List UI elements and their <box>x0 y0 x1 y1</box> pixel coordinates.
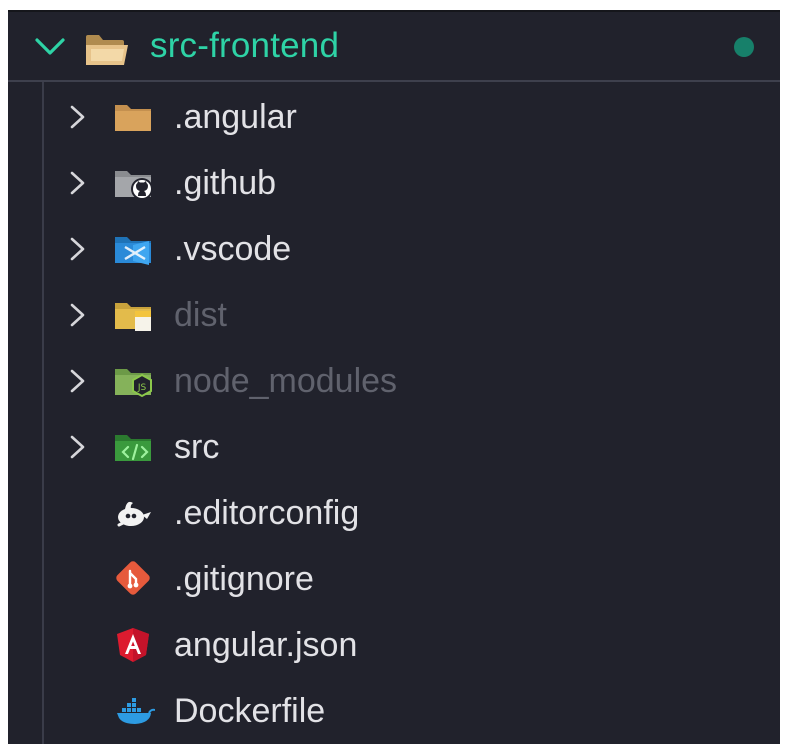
git-status-dot <box>734 37 754 57</box>
folder-row-dist[interactable]: dist <box>8 281 780 347</box>
folder-row-src-frontend[interactable]: src-frontend <box>8 10 780 82</box>
file-row-gitignore[interactable]: .gitignore <box>8 545 780 611</box>
chevron-right-icon[interactable] <box>68 170 88 201</box>
item-label: node_modules <box>174 362 398 400</box>
item-label: .vscode <box>174 230 292 268</box>
chevron-right-icon[interactable] <box>68 104 88 135</box>
file-row-dockerfile[interactable]: Dockerfile <box>8 677 780 743</box>
folder-row-src[interactable]: src <box>8 413 780 479</box>
item-label: .github <box>174 164 277 202</box>
item-label: dist <box>174 296 227 334</box>
item-label: angular.json <box>174 626 358 664</box>
item-label: Dockerfile <box>174 692 326 730</box>
src-folder-icon <box>111 429 155 465</box>
chevron-down-icon[interactable] <box>34 37 66 62</box>
angular-icon <box>111 627 155 663</box>
item-label: .editorconfig <box>174 494 360 532</box>
docker-icon <box>111 693 156 729</box>
chevron-right-icon[interactable] <box>68 368 88 399</box>
folder-row-node-modules[interactable]: JS node_modules <box>8 347 780 413</box>
item-label: src <box>174 428 220 466</box>
vscode-folder-icon <box>111 231 155 267</box>
node-modules-folder-icon: JS <box>111 363 155 399</box>
root-folder-label: src-frontend <box>150 26 340 65</box>
file-row-angular-json[interactable]: angular.json <box>8 611 780 677</box>
dist-folder-icon <box>111 297 155 333</box>
folder-row-vscode[interactable]: .vscode <box>8 215 780 281</box>
folder-row-angular[interactable]: .angular <box>8 83 780 149</box>
chevron-right-icon[interactable] <box>68 236 88 267</box>
chevron-right-icon[interactable] <box>68 302 88 333</box>
file-tree: .angular .github .vscode dist JS node_mo… <box>8 83 780 743</box>
editorconfig-icon <box>111 495 155 531</box>
item-label: .gitignore <box>174 560 314 598</box>
folder-icon <box>111 99 155 135</box>
file-row-editorconfig[interactable]: .editorconfig <box>8 479 780 545</box>
github-folder-icon <box>111 165 155 201</box>
folder-open-icon <box>84 33 130 72</box>
svg-text:JS: JS <box>137 383 147 393</box>
chevron-right-icon[interactable] <box>68 434 88 465</box>
item-label: .angular <box>174 98 297 136</box>
file-explorer-panel: src-frontend .angular .github .vscode di… <box>8 10 780 744</box>
git-icon <box>111 561 155 597</box>
folder-row-github[interactable]: .github <box>8 149 780 215</box>
